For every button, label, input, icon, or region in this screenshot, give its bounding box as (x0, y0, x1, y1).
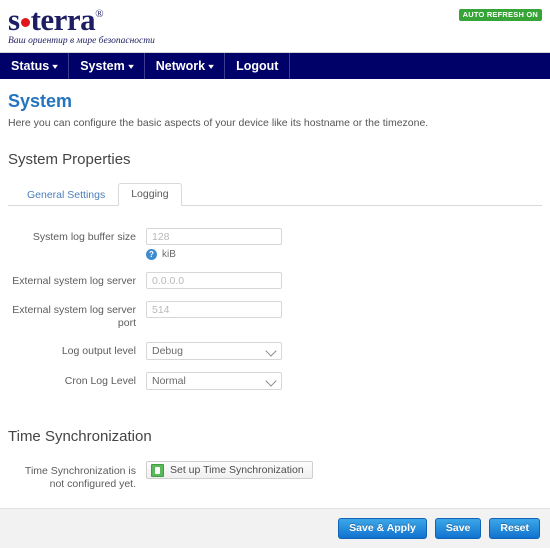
tab-general-settings[interactable]: General Settings (14, 184, 118, 206)
field-row-log-output-level: Log output level Debug (8, 342, 542, 361)
nav-item-network-label: Network (155, 59, 206, 73)
setup-time-synchronization-button[interactable]: Set up Time Synchronization (146, 461, 313, 480)
field-row-buffer-size: System log buffer size ? kiB (8, 228, 542, 260)
cron-log-level-value: Normal (152, 375, 186, 388)
log-server-port-input[interactable] (146, 301, 282, 318)
nav-item-system-label: System (80, 59, 125, 73)
log-output-level-value: Debug (152, 345, 183, 358)
buffer-size-hint: ? kiB (146, 249, 542, 260)
question-mark-icon[interactable]: ? (146, 249, 157, 260)
nav-item-logout-label: Logout (236, 59, 279, 73)
setup-time-synchronization-label: Set up Time Synchronization (170, 464, 304, 477)
nav-item-logout[interactable]: Logout (225, 53, 291, 79)
nav-item-network[interactable]: Network ▾ (145, 53, 226, 79)
reset-button[interactable]: Reset (489, 517, 540, 540)
auto-refresh-badge[interactable]: AUTO REFRESH ON (458, 9, 542, 21)
log-output-level-select[interactable]: Debug (146, 342, 282, 361)
page-description: Here you can configure the basic aspects… (8, 117, 429, 129)
logo-text-pre: s (8, 2, 20, 37)
logging-form: System log buffer size ? kiB External sy… (8, 206, 542, 391)
chevron-down-icon (265, 375, 277, 387)
nav-item-system[interactable]: System ▾ (69, 53, 145, 79)
label-log-server-port: External system log server port (12, 304, 136, 330)
save-button[interactable]: Save (434, 517, 482, 540)
green-install-icon (151, 463, 164, 477)
chevron-down-icon: ▾ (208, 61, 214, 71)
field-row-cron-log-level: Cron Log Level Normal (8, 372, 542, 391)
tab-bar: General Settings Logging (8, 182, 542, 206)
buffer-size-input[interactable] (146, 228, 282, 245)
field-row-log-server: External system log server (8, 272, 542, 289)
logo-text-post: terra (30, 2, 96, 37)
chevron-down-icon: ▾ (52, 61, 59, 71)
brand-logo[interactable]: s terra® Ваш ориентир в мире безопасности (8, 4, 155, 46)
brand-tagline: Ваш ориентир в мире безопасности (8, 36, 155, 46)
main-content: System Here you can configure the basic … (0, 79, 550, 526)
log-server-input[interactable] (146, 272, 282, 289)
buffer-size-unit: kiB (162, 249, 176, 260)
logo-dot-icon (20, 18, 30, 27)
cron-log-level-select[interactable]: Normal (146, 372, 282, 391)
section-title-time-synchronization: Time Synchronization (8, 428, 152, 446)
registered-trademark-icon: ® (95, 8, 104, 20)
save-apply-button[interactable]: Save & Apply (338, 517, 427, 540)
chevron-down-icon: ▾ (127, 61, 134, 71)
time-sync-row: Time Synchronization is not configured y… (8, 461, 542, 491)
nav-item-status[interactable]: Status ▾ (0, 53, 70, 79)
tab-logging[interactable]: Logging (118, 183, 182, 206)
label-cron-log-level: Cron Log Level (64, 375, 136, 388)
page-header: s terra® Ваш ориентир в мире безопасности… (0, 0, 550, 52)
label-buffer-size: System log buffer size (32, 231, 136, 243)
field-row-log-server-port: External system log server port (8, 301, 542, 330)
nav-item-status-label: Status (11, 59, 50, 73)
time-sync-status: Time Synchronization is not configured y… (24, 465, 136, 491)
nav-filler (290, 53, 550, 79)
page-title: System (8, 91, 73, 111)
main-navigation: Status ▾ System ▾ Network ▾ Logout (0, 52, 550, 79)
action-footer: Save & Apply Save Reset (0, 508, 550, 548)
label-log-output-level: Log output level (61, 345, 136, 358)
chevron-down-icon (265, 345, 277, 357)
section-title-system-properties: System Properties (8, 151, 131, 168)
label-log-server: External system log server (12, 275, 136, 287)
logo-text: s terra® (8, 4, 155, 35)
